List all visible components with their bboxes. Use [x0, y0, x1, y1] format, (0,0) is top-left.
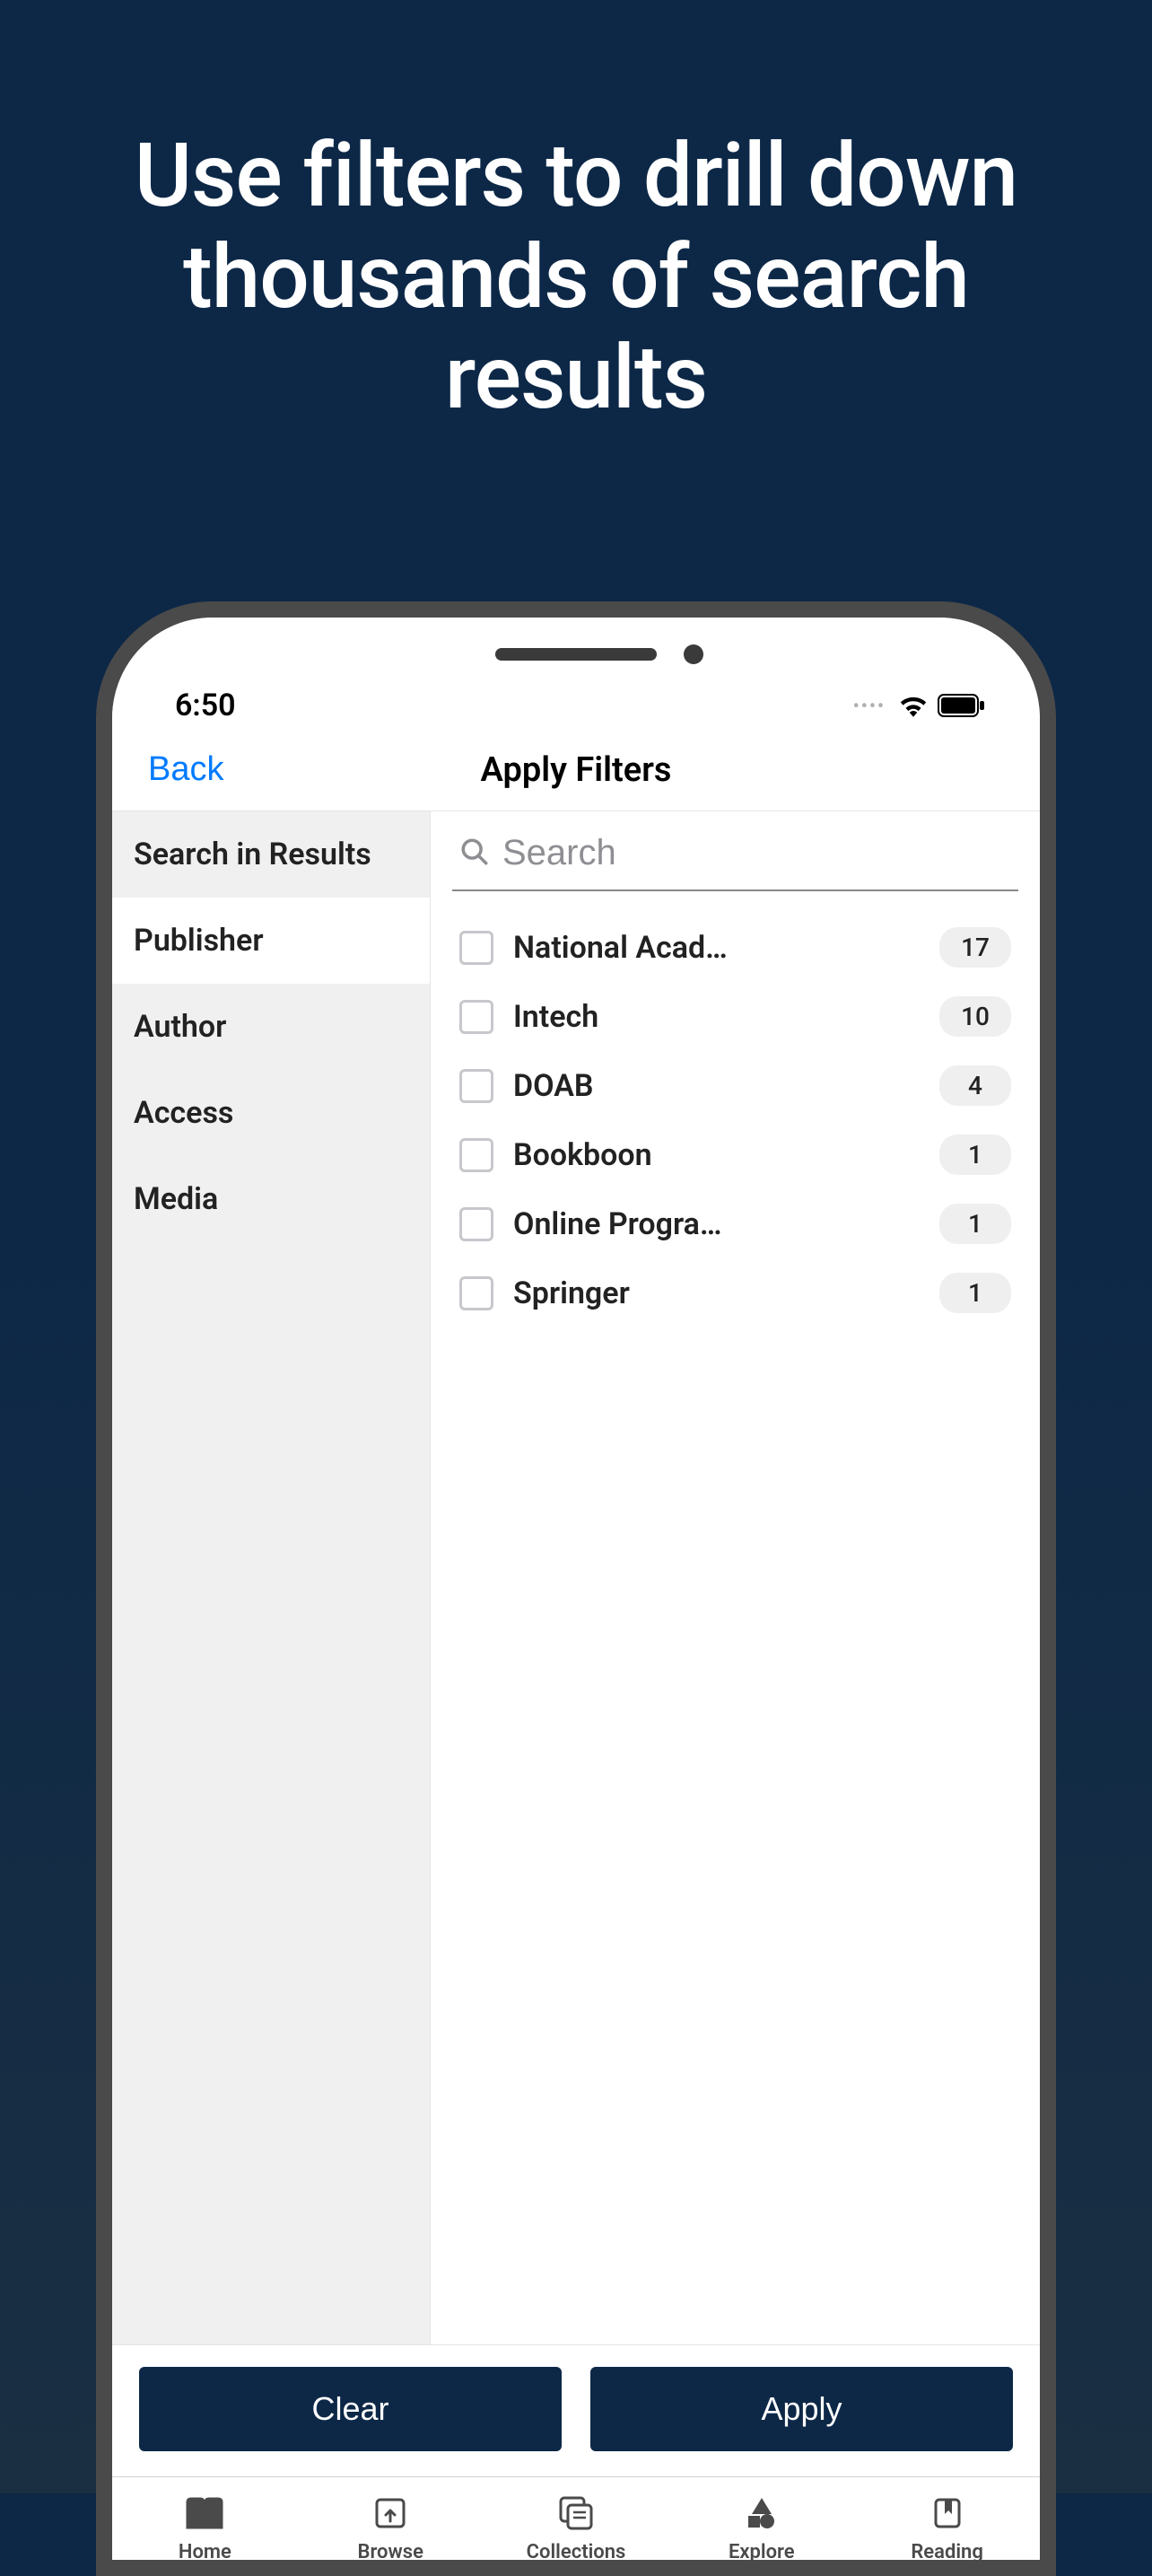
phone-frame: 6:50 •••• Back Apply Filters Search in R… [96, 601, 1056, 2576]
count-badge: 1 [939, 1135, 1011, 1175]
sidebar-item-access[interactable]: Access [112, 1070, 430, 1156]
filter-label: National Acad… [513, 930, 920, 966]
notch-camera [684, 644, 703, 664]
tab-explore[interactable]: Explore [668, 2492, 854, 2560]
status-time: 6:50 [175, 688, 236, 723]
tab-home[interactable]: Home [112, 2492, 298, 2560]
filter-label: Online Progra… [513, 1206, 920, 1242]
clear-button[interactable]: Clear [139, 2367, 562, 2451]
search-icon [459, 837, 490, 871]
sidebar-item-publisher[interactable]: Publisher [112, 898, 430, 984]
sidebar-item-author[interactable]: Author [112, 984, 430, 1070]
filter-label: Bookboon [513, 1137, 920, 1173]
count-badge: 17 [939, 927, 1011, 968]
filter-values-panel: National Acad… 17 Intech 10 DOAB 4 Bookb… [431, 811, 1040, 2344]
filter-row[interactable]: Online Progra… 1 [452, 1189, 1018, 1258]
filter-row[interactable]: National Acad… 17 [452, 913, 1018, 982]
footer-buttons: Clear Apply [112, 2344, 1040, 2476]
notch-speaker [495, 648, 657, 661]
checkbox[interactable] [459, 1069, 493, 1103]
checkbox[interactable] [459, 1276, 493, 1310]
explore-icon [743, 2492, 781, 2535]
tab-label: Collections [527, 2542, 626, 2560]
count-badge: 1 [939, 1204, 1011, 1244]
home-icon [184, 2492, 225, 2535]
tab-label: Explore [729, 2542, 795, 2560]
count-badge: 1 [939, 1273, 1011, 1313]
checkbox[interactable] [459, 1000, 493, 1034]
sidebar-item-search-in-results[interactable]: Search in Results [112, 811, 430, 898]
checkbox[interactable] [459, 1138, 493, 1172]
browse-icon [371, 2492, 409, 2535]
tab-collections[interactable]: Collections [484, 2492, 669, 2560]
tab-label: Home [179, 2542, 231, 2560]
sidebar-item-media[interactable]: Media [112, 1156, 430, 1242]
nav-bar: Back Apply Filters [112, 734, 1040, 811]
filter-row[interactable]: DOAB 4 [452, 1051, 1018, 1120]
filter-row[interactable]: Intech 10 [452, 982, 1018, 1051]
filter-category-sidebar: Search in Results Publisher Author Acces… [112, 811, 431, 2344]
checkbox[interactable] [459, 1207, 493, 1241]
tab-reading-list[interactable]: Reading List [854, 2492, 1040, 2560]
status-bar: 6:50 •••• [112, 618, 1040, 734]
search-row [452, 811, 1018, 891]
promo-headline: Use filters to drill down thousands of s… [0, 0, 1152, 429]
reading-list-icon [929, 2492, 966, 2535]
filter-label: Springer [513, 1275, 920, 1311]
count-badge: 10 [939, 996, 1011, 1037]
tab-bar: Home Browse Collections Explore [112, 2476, 1040, 2560]
checkbox[interactable] [459, 931, 493, 965]
apply-button[interactable]: Apply [590, 2367, 1013, 2451]
tab-label: Browse [357, 2542, 423, 2560]
back-button[interactable]: Back [148, 750, 223, 789]
content-area: Search in Results Publisher Author Acces… [112, 811, 1040, 2344]
count-badge: 4 [939, 1065, 1011, 1106]
page-title: Apply Filters [481, 750, 672, 790]
filter-row[interactable]: Springer 1 [452, 1258, 1018, 1327]
cellular-dots-icon: •••• [853, 695, 886, 716]
filter-label: DOAB [513, 1068, 920, 1104]
collections-icon [557, 2492, 595, 2535]
tab-browse[interactable]: Browse [298, 2492, 484, 2560]
tab-label: Reading List [911, 2542, 983, 2560]
filter-label: Intech [513, 999, 920, 1035]
search-input[interactable] [502, 833, 1011, 873]
filter-row[interactable]: Bookboon 1 [452, 1120, 1018, 1189]
wifi-icon [898, 694, 929, 717]
battery-icon [938, 694, 986, 717]
